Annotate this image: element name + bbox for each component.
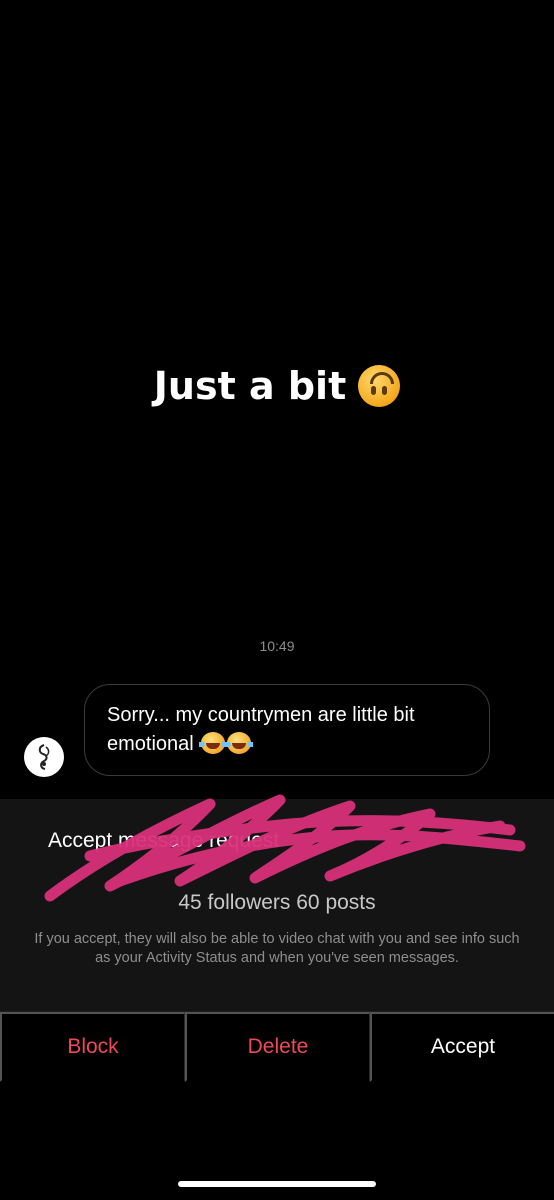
accept-button[interactable]: Accept xyxy=(370,1012,554,1082)
home-indicator[interactable] xyxy=(178,1181,376,1187)
tears-of-joy-icon xyxy=(199,732,228,754)
delete-button[interactable]: Delete xyxy=(185,1012,370,1082)
block-button[interactable]: Block xyxy=(0,1012,185,1082)
message-timestamp: 10:49 xyxy=(259,638,295,654)
request-title: Accept message request xyxy=(48,829,280,852)
request-stats: 45 followers 60 posts xyxy=(178,891,376,914)
message-request-panel: Accept message request 45 followers 60 p… xyxy=(0,799,554,1011)
upside-down-face-icon xyxy=(358,365,401,407)
tears-of-joy-icon xyxy=(225,732,254,754)
request-info-text: If you accept, they will also be able to… xyxy=(34,931,520,966)
message-bubble[interactable]: Sorry... my countrymen are little bit em… xyxy=(84,684,490,776)
message-text: Sorry... my countrymen are little bit em… xyxy=(107,704,415,755)
sender-avatar[interactable] xyxy=(24,737,64,777)
avatar-sketch-icon xyxy=(38,744,50,770)
story-caption: Just a bit xyxy=(0,364,554,408)
story-text: Just a bit xyxy=(153,364,347,408)
request-actions: Block Delete Accept xyxy=(0,1011,554,1082)
